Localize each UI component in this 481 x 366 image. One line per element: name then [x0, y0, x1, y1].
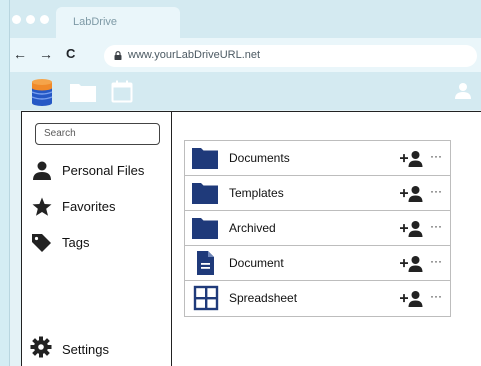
sidebar-item-label: Favorites	[62, 199, 116, 214]
window-maximize-dot[interactable]	[40, 15, 49, 24]
sidebar-settings-label: Settings	[62, 342, 109, 357]
file-row-archived[interactable]: Archived ···	[185, 210, 450, 245]
app-body: Search Personal Files Favorites Tags Set…	[21, 111, 481, 366]
file-name: Archived	[229, 221, 276, 235]
star-icon	[32, 197, 52, 216]
database-icon[interactable]	[31, 78, 53, 106]
main-content: Documents ··· Templates ··· Archived ···…	[172, 112, 481, 366]
more-options-icon[interactable]: ···	[430, 254, 442, 268]
sidebar-item-personal-files[interactable]: Personal Files	[22, 159, 170, 183]
reload-button[interactable]: C	[66, 46, 75, 62]
file-row-templates[interactable]: Templates ···	[185, 175, 450, 210]
add-user-icon[interactable]	[400, 290, 424, 308]
folder-icon	[192, 183, 218, 204]
add-user-icon[interactable]	[400, 185, 424, 203]
folder-icon	[192, 218, 218, 239]
sidebar-item-label: Personal Files	[62, 163, 145, 178]
user-icon[interactable]	[454, 82, 472, 100]
window-minimize-dot[interactable]	[26, 15, 35, 24]
sidebar-item-settings[interactable]: Settings	[22, 336, 170, 360]
calendar-icon[interactable]	[111, 80, 133, 103]
sidebar-item-tags[interactable]: Tags	[22, 231, 170, 255]
url-text: www.yourLabDriveURL.net	[128, 49, 261, 61]
window-close-dot[interactable]	[12, 15, 21, 24]
sidebar-item-favorites[interactable]: Favorites	[22, 195, 170, 219]
more-options-icon[interactable]: ···	[430, 289, 442, 303]
file-row-document[interactable]: Document ···	[185, 245, 450, 280]
file-name: Documents	[229, 151, 290, 165]
lock-icon	[114, 51, 122, 60]
forward-button[interactable]: →	[39, 46, 53, 62]
folder-icon[interactable]	[69, 82, 97, 103]
more-options-icon[interactable]: ···	[430, 149, 442, 163]
add-user-icon[interactable]	[400, 255, 424, 273]
sidebar: Search Personal Files Favorites Tags Set…	[22, 112, 172, 366]
file-list: Documents ··· Templates ··· Archived ···…	[184, 140, 451, 317]
file-row-documents[interactable]: Documents ···	[185, 140, 450, 175]
file-row-spreadsheet[interactable]: Spreadsheet ···	[185, 280, 450, 315]
tab-title: LabDrive	[73, 16, 118, 28]
add-user-icon[interactable]	[400, 220, 424, 238]
sidebar-item-label: Tags	[62, 235, 90, 250]
document-icon	[197, 251, 214, 275]
gear-icon	[30, 336, 52, 358]
tab-bar: LabDrive	[10, 0, 481, 38]
back-button[interactable]: ←	[13, 46, 27, 62]
search-placeholder: Search	[44, 128, 76, 139]
tag-icon	[32, 234, 51, 252]
app-header	[10, 72, 481, 110]
address-bar-row: ← → C www.yourLabDriveURL.net	[10, 38, 481, 72]
address-bar[interactable]: www.yourLabDriveURL.net	[104, 45, 477, 67]
search-input[interactable]: Search	[35, 123, 160, 145]
file-name: Document	[229, 256, 284, 270]
more-options-icon[interactable]: ···	[430, 219, 442, 233]
folder-icon	[192, 148, 218, 169]
browser-window: LabDrive ← → C www.yourLabDriveURL.net S…	[9, 0, 481, 366]
spreadsheet-icon	[193, 285, 219, 311]
more-options-icon[interactable]: ···	[430, 184, 442, 198]
file-name: Spreadsheet	[229, 291, 298, 305]
person-icon	[33, 161, 51, 180]
add-user-icon[interactable]	[400, 150, 424, 168]
file-name: Templates	[229, 186, 284, 200]
browser-tab[interactable]: LabDrive	[56, 7, 180, 38]
